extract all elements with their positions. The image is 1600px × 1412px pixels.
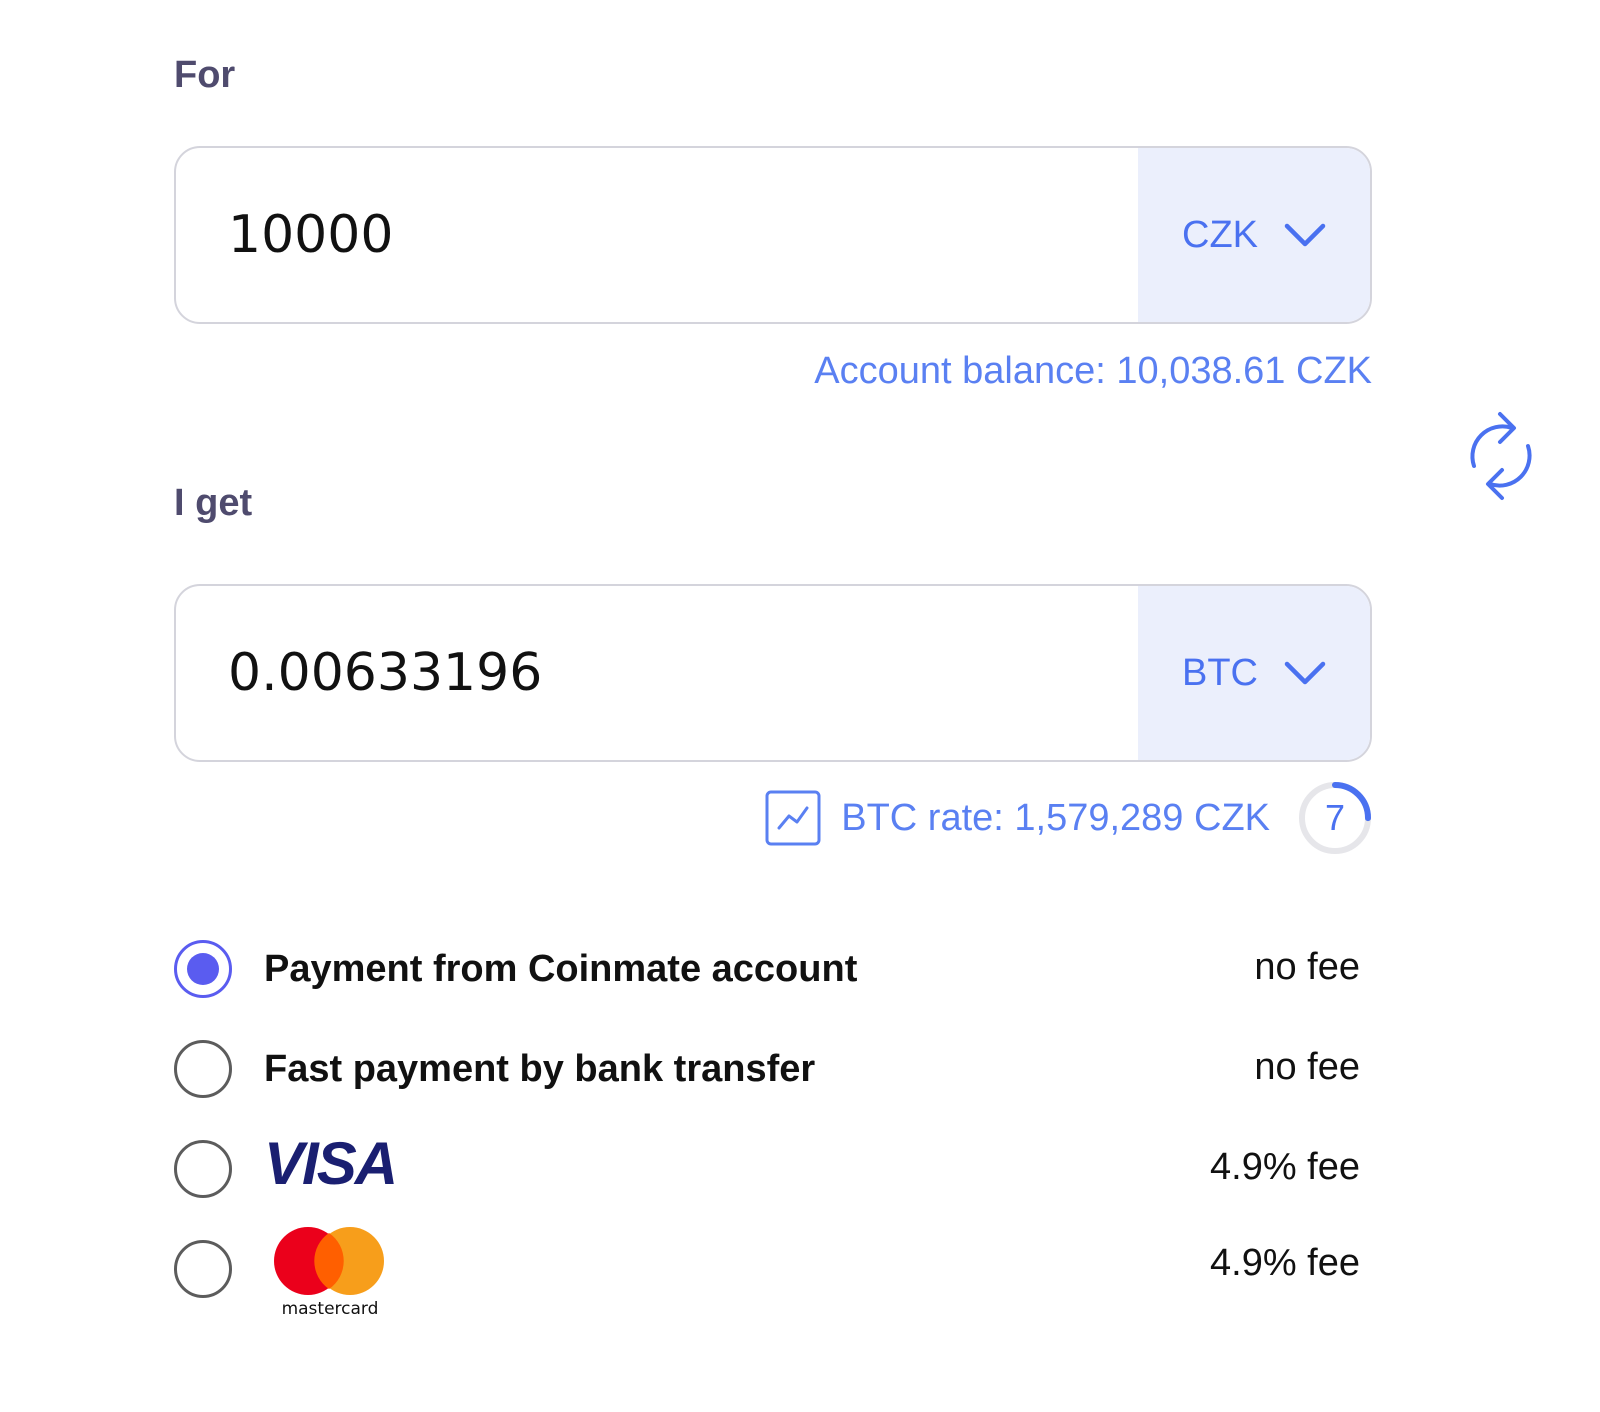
to-currency-select[interactable]: BTC xyxy=(1138,586,1370,760)
refresh-countdown: 7 xyxy=(1324,797,1346,838)
payment-option-mastercard[interactable]: mastercard 4.9% fee xyxy=(174,1227,1360,1319)
from-amount-field: 10000 CZK xyxy=(174,146,1372,324)
from-currency-select[interactable]: CZK xyxy=(1138,148,1370,322)
fee-visa: 4.9% fee xyxy=(1210,1146,1360,1188)
chevron-down-icon xyxy=(1284,222,1326,248)
fee-bank: no fee xyxy=(1254,1046,1360,1088)
to-currency-label: BTC xyxy=(1182,651,1258,694)
payment-label-bank: Fast payment by bank transfer xyxy=(264,1047,816,1090)
from-currency-label: CZK xyxy=(1182,213,1258,256)
rate-row: BTC rate: 1,579,289 CZK 7 xyxy=(760,781,1372,855)
to-label: I get xyxy=(174,482,253,524)
fee-mastercard: 4.9% fee xyxy=(1210,1242,1360,1284)
visa-logo: VISA xyxy=(262,1130,412,1197)
radio-bank[interactable] xyxy=(174,1040,232,1098)
chart-line-icon[interactable] xyxy=(765,790,821,846)
payment-option-coinmate[interactable]: Payment from Coinmate account no fee xyxy=(174,940,1360,998)
chevron-down-icon xyxy=(1284,660,1326,686)
btc-rate: BTC rate: 1,579,289 CZK xyxy=(841,796,1270,839)
payment-label-coinmate: Payment from Coinmate account xyxy=(264,947,858,990)
swap-arrows-icon[interactable] xyxy=(1462,408,1542,504)
mastercard-logo: mastercard xyxy=(272,1227,388,1323)
radio-mastercard[interactable] xyxy=(174,1240,232,1298)
from-label: For xyxy=(174,54,236,96)
payment-option-visa[interactable]: VISA 4.9% fee xyxy=(174,1130,1360,1198)
fee-coinmate: no fee xyxy=(1254,946,1360,988)
radio-coinmate[interactable] xyxy=(174,940,232,998)
exchange-form: For 10000 CZK Account balance: 10,038.61… xyxy=(0,0,1600,1412)
radio-visa[interactable] xyxy=(174,1140,232,1198)
payment-option-bank[interactable]: Fast payment by bank transfer no fee xyxy=(174,1040,1360,1098)
account-balance: Account balance: 10,038.61 CZK xyxy=(814,350,1372,392)
to-amount-field: 0.00633196 BTC xyxy=(174,584,1372,762)
to-amount-input[interactable]: 0.00633196 xyxy=(176,586,1138,760)
visa-wordmark: VISA xyxy=(264,1136,396,1188)
payment-methods: Payment from Coinmate account no fee Fas… xyxy=(174,940,1360,1340)
mastercard-wordmark: mastercard xyxy=(281,1299,379,1319)
from-amount-input[interactable]: 10000 xyxy=(176,148,1138,322)
refresh-timer: 7 xyxy=(1298,781,1372,855)
